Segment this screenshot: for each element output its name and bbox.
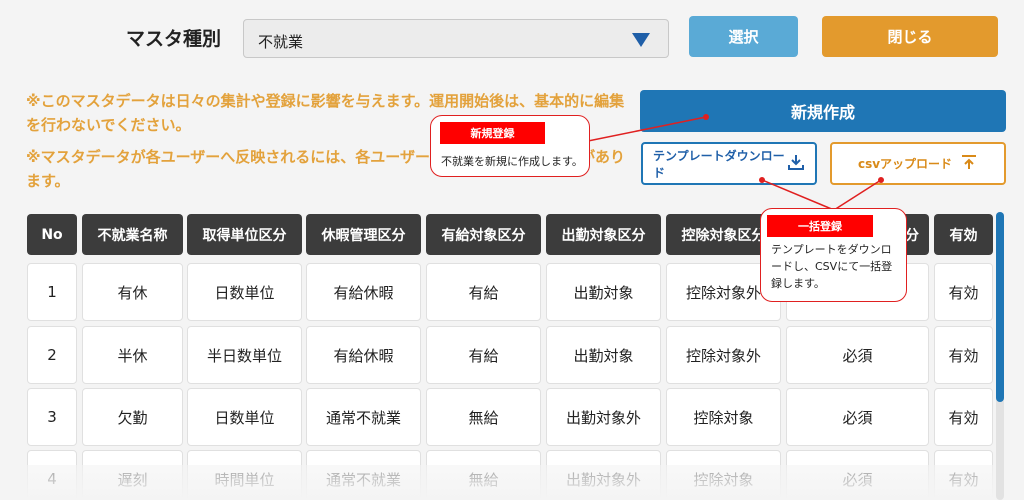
callout-new-tag: 新規登録 xyxy=(440,122,545,144)
callout-new-text: 不就業を新規に作成します。 xyxy=(441,155,583,168)
callout-bulk-tag: 一括登録 xyxy=(767,215,873,237)
callout-bulk-text: テンプレートをダウンロードし、CSVにて一括登録します。 xyxy=(771,243,893,290)
callout-bulk-registration: 一括登録 テンプレートをダウンロードし、CSVにて一括登録します。 xyxy=(760,208,907,302)
callout-new-registration: 新規登録 不就業を新規に作成します。 xyxy=(430,115,590,177)
